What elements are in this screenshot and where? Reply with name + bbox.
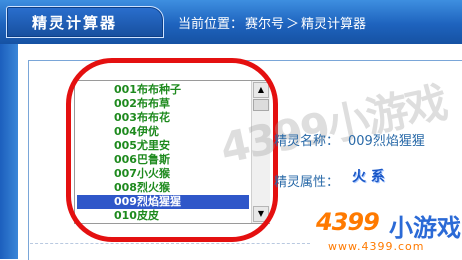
pet-name-label: 精灵名称： [274, 134, 340, 149]
pet-name-value: 009烈焰猩猩 [348, 134, 425, 149]
attribute-badge: 火 系 [352, 169, 385, 185]
header-bar: 精灵计算器 当前位置： 赛尔号＞精灵计算器 [0, 0, 462, 44]
logo-url: www.4399.com [328, 240, 425, 253]
breadcrumb-site-link[interactable]: 赛尔号 [245, 17, 284, 32]
logo-subtitle: 小游戏 [389, 214, 461, 242]
pet-attribute-label: 精灵属性： [274, 175, 340, 190]
breadcrumb-current: 精灵计算器 [301, 17, 367, 32]
breadcrumb-prefix: 当前位置： [178, 17, 244, 32]
page-title: 精灵计算器 [32, 14, 118, 32]
breadcrumb-separator: ＞ [286, 17, 300, 32]
breadcrumb: 当前位置： 赛尔号＞精灵计算器 [178, 13, 368, 32]
left-sidebar-strip [0, 44, 18, 259]
logo-4399: 4399 [316, 208, 380, 236]
divider [30, 243, 310, 245]
